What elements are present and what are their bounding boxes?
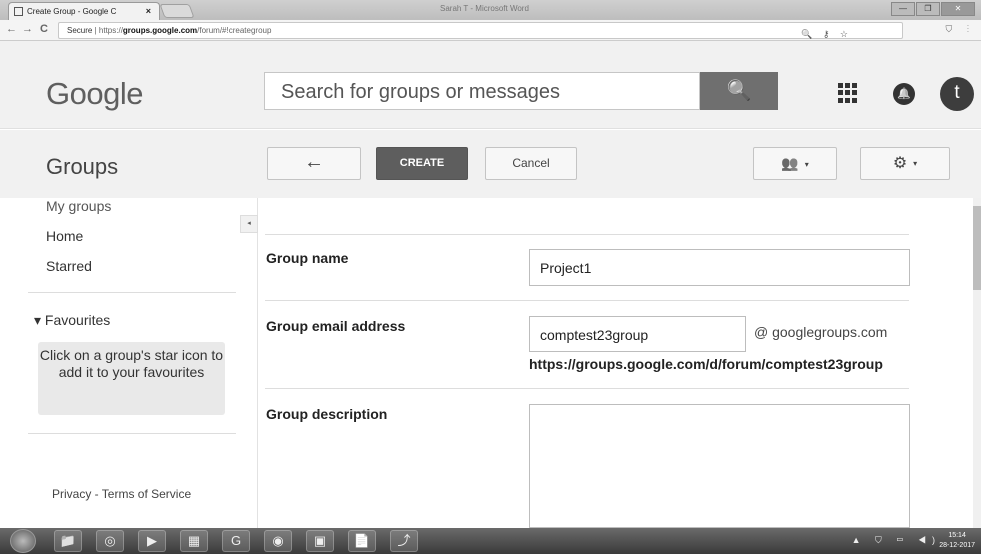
notifications-icon[interactable]: 🔔 xyxy=(893,83,915,105)
forward-nav-icon[interactable]: → xyxy=(22,23,33,35)
sidebar-item-starred[interactable]: Starred xyxy=(46,258,92,274)
tab-close-icon[interactable]: × xyxy=(146,3,151,20)
tab-title: Create Group - Google C xyxy=(27,7,117,16)
members-button[interactable]: 👥 ▾ xyxy=(753,147,837,180)
url-prefix: https:// xyxy=(98,26,123,35)
window-controls: — ❐ ✕ xyxy=(891,2,975,16)
email-input[interactable]: comptest23group xyxy=(529,316,746,352)
favourites-heading[interactable]: ▾ Favourites xyxy=(34,312,110,329)
new-tab-button[interactable] xyxy=(159,4,195,18)
back-button[interactable]: ← xyxy=(267,147,361,180)
create-button[interactable]: CREATE xyxy=(376,147,468,180)
avatar[interactable]: t xyxy=(940,77,974,111)
description-label: Group description xyxy=(266,406,388,422)
taskbar-firefox-icon[interactable]: ◉ xyxy=(264,530,292,552)
chevron-down-icon: ▾ xyxy=(804,159,809,169)
taskbar-document-icon[interactable]: 📄 xyxy=(348,530,376,552)
clock-time: 15:14 xyxy=(948,532,966,539)
back-nav-icon[interactable]: ← xyxy=(6,23,17,35)
extension-icons[interactable]: ⛉ ⋮ xyxy=(945,24,975,35)
clock[interactable]: 15:14 28-12-2017 xyxy=(939,531,975,551)
form-divider xyxy=(265,388,909,389)
url-host: groups.google.com xyxy=(122,26,198,35)
group-url: https://groups.google.com/d/forum/compte… xyxy=(529,356,883,372)
url-path: /forum/#!creategroup xyxy=(197,26,272,35)
taskbar-pdf-icon[interactable]: ⤴ xyxy=(390,530,418,552)
form-divider xyxy=(265,234,909,235)
taskbar-chrome-icon[interactable]: G xyxy=(222,530,250,552)
group-name-input[interactable]: Project1 xyxy=(529,249,910,286)
taskbar-window-icon[interactable]: ▣ xyxy=(306,530,334,552)
taskbar-media-icon[interactable]: ▶ xyxy=(138,530,166,552)
email-label: Group email address xyxy=(266,318,406,334)
reload-icon[interactable]: C xyxy=(40,23,48,35)
collapse-sidebar-icon[interactable]: ◂ xyxy=(240,215,258,233)
sidebar-divider xyxy=(28,292,236,293)
taskbar-explorer-icon[interactable]: 📁 xyxy=(54,530,82,552)
minimize-button[interactable]: — xyxy=(891,2,915,16)
window-title: Sarah T - Microsoft Word xyxy=(440,4,529,13)
privacy-terms-link[interactable]: Privacy - Terms of Service xyxy=(52,487,191,501)
favourites-hint: Click on a group's star icon to add it t… xyxy=(38,342,225,415)
secure-label: Secure xyxy=(67,26,93,35)
sidebar-item-my-groups[interactable]: My groups xyxy=(46,198,111,214)
browser-tab[interactable]: Create Group - Google C × xyxy=(8,2,160,20)
browser-toolbar: ← → C Secure | https://groups.google.com… xyxy=(0,20,981,41)
browser-tab-strip: Create Group - Google C × Sarah T - Micr… xyxy=(0,0,981,20)
groups-toolbar: Groups ← CREATE Cancel 👥 ▾ ⚙ ▾ xyxy=(0,130,981,198)
system-tray-icons[interactable]: ▲ ⛉ ▭ ◀) xyxy=(852,535,941,546)
os-taskbar: 📁 ◎ ▶ ▦ G ◉ ▣ 📄 ⤴ ▲ ⛉ ▭ ◀) 15:14 28-12-2… xyxy=(0,528,981,554)
members-icon: 👥 xyxy=(781,155,799,171)
omnibox-icons[interactable]: 🔍 ⚷ ☆ xyxy=(801,27,852,42)
cancel-button[interactable]: Cancel xyxy=(485,147,577,180)
close-window-button[interactable]: ✕ xyxy=(941,2,975,16)
taskbar-app-icon[interactable]: ▦ xyxy=(180,530,208,552)
sidebar-item-home[interactable]: Home xyxy=(46,228,83,244)
description-textarea[interactable] xyxy=(529,404,910,528)
page-title: Groups xyxy=(46,154,119,179)
create-group-form: Group name Project1 Group email address … xyxy=(259,198,973,528)
search-icon: 🔍 xyxy=(726,80,752,102)
google-header: Google Search for groups or messages 🔍 🔔… xyxy=(0,41,981,129)
scrollbar-thumb[interactable] xyxy=(973,206,981,290)
clock-date: 28-12-2017 xyxy=(939,542,975,549)
email-domain-suffix: @ googlegroups.com xyxy=(754,324,888,340)
sidebar: My groups Home Starred ◂ ▾ Favourites Cl… xyxy=(0,198,258,528)
tab-favicon-icon xyxy=(14,7,23,16)
search-input[interactable]: Search for groups or messages xyxy=(264,72,700,110)
group-name-label: Group name xyxy=(266,250,349,266)
gear-icon: ⚙ xyxy=(892,155,908,172)
maximize-button[interactable]: ❐ xyxy=(916,2,940,16)
search-button[interactable]: 🔍 xyxy=(700,72,778,110)
settings-button[interactable]: ⚙ ▾ xyxy=(860,147,950,180)
form-divider xyxy=(265,300,909,301)
apps-grid-icon[interactable] xyxy=(838,83,858,103)
address-bar[interactable]: Secure | https://groups.google.com/forum… xyxy=(58,22,903,39)
chevron-down-icon: ▾ xyxy=(913,159,918,169)
taskbar-browser-icon[interactable]: ◎ xyxy=(96,530,124,552)
sidebar-divider xyxy=(28,433,236,434)
page-scrollbar[interactable] xyxy=(973,198,981,528)
google-logo[interactable]: Google xyxy=(46,76,143,112)
start-button[interactable] xyxy=(10,529,36,553)
